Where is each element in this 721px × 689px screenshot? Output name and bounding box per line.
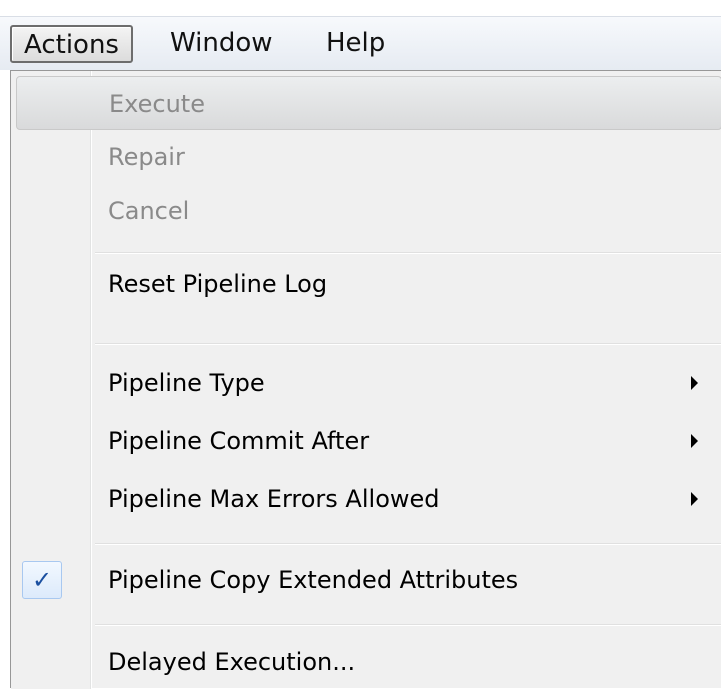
menu-separator	[95, 252, 721, 254]
window-top-strip	[0, 0, 721, 17]
menu-item-label: Delayed Execution...	[108, 648, 356, 676]
menu-item-delayed-execution[interactable]: Delayed Execution...	[16, 635, 721, 689]
actions-dropdown-menu: Execute Repair Cancel Reset Pipeline Log…	[10, 70, 721, 689]
menu-item-label: Execute	[109, 90, 205, 118]
menu-item-pipeline-type[interactable]: Pipeline Type	[16, 356, 721, 410]
menu-item-repair[interactable]: Repair	[16, 130, 721, 184]
menu-item-label: Pipeline Commit After	[108, 427, 370, 455]
menubar-item-actions[interactable]: Actions	[10, 25, 133, 63]
menubar-item-window[interactable]: Window	[158, 25, 285, 63]
menu-item-label: Repair	[108, 143, 185, 171]
menu-separator	[95, 543, 721, 545]
menu-item-pipeline-copy-extended-attributes[interactable]: ✓ Pipeline Copy Extended Attributes	[16, 553, 721, 607]
menu-item-label: Pipeline Max Errors Allowed	[108, 485, 440, 513]
check-mark-icon: ✓	[22, 561, 62, 599]
chevron-right-icon	[691, 434, 698, 448]
menu-item-pipeline-commit-after[interactable]: Pipeline Commit After	[16, 414, 721, 468]
menu-item-label: Cancel	[108, 197, 190, 225]
menu-separator	[95, 343, 721, 345]
menubar-item-help[interactable]: Help	[314, 25, 397, 63]
menu-bar: Actions Window Help	[0, 17, 721, 70]
menu-item-reset-pipeline-log[interactable]: Reset Pipeline Log	[16, 257, 721, 311]
menu-item-label: Reset Pipeline Log	[108, 270, 328, 298]
menu-item-cancel[interactable]: Cancel	[16, 184, 721, 238]
menu-item-execute[interactable]: Execute	[16, 76, 721, 130]
chevron-right-icon	[691, 492, 698, 506]
chevron-right-icon	[691, 376, 698, 390]
menu-item-pipeline-max-errors-allowed[interactable]: Pipeline Max Errors Allowed	[16, 472, 721, 526]
menu-item-label: Pipeline Copy Extended Attributes	[108, 566, 519, 594]
menu-separator	[95, 624, 721, 626]
menu-item-label: Pipeline Type	[108, 369, 265, 397]
